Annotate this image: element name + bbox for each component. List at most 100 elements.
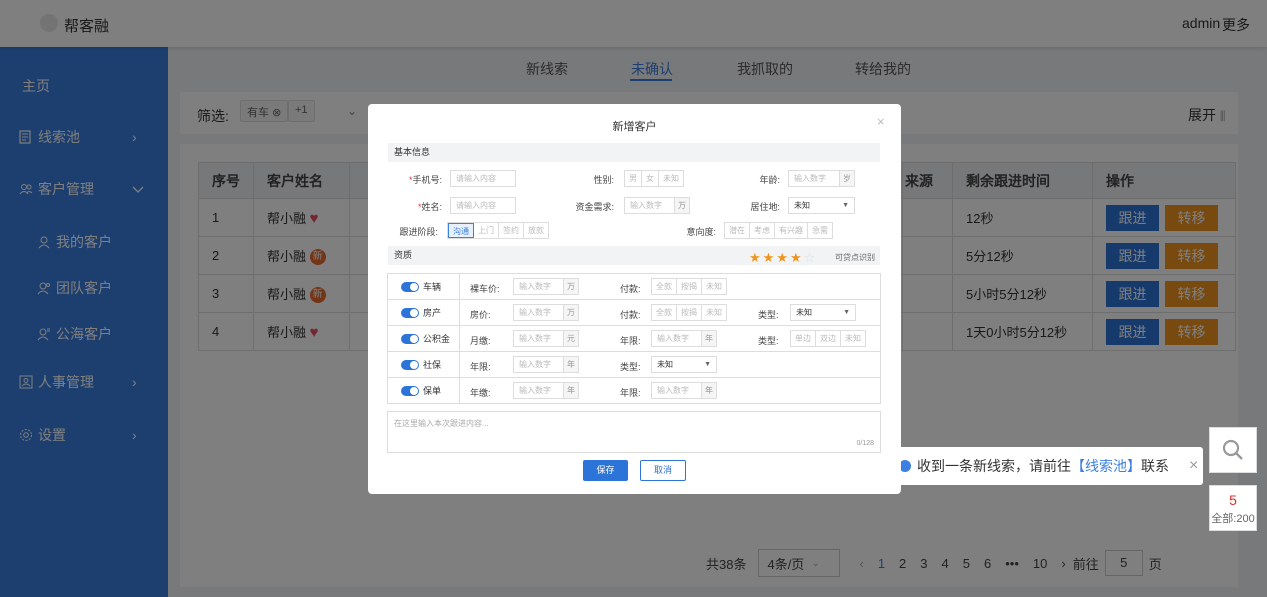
social-toggle[interactable] <box>401 359 419 370</box>
option[interactable]: 按揭 <box>677 279 702 294</box>
stage-option[interactable]: 放款 <box>524 223 548 238</box>
unit: 年 <box>563 383 578 398</box>
age-label: 年龄: <box>759 175 780 185</box>
field-label: 年限: <box>470 362 491 372</box>
placeholder: 输入数字 <box>519 334 551 343</box>
option[interactable]: 单边 <box>791 331 816 346</box>
star-icon[interactable]: ★ <box>790 250 804 265</box>
follow-note-textarea[interactable]: 在这里输入本次跟进内容... 0/128 <box>387 411 881 453</box>
asset-name: 车辆 <box>423 282 442 292</box>
fund-placeholder: 输入数字 <box>630 201 662 210</box>
field-label: 房价: <box>470 310 491 320</box>
select-value: 未知 <box>657 360 673 369</box>
phone-input[interactable]: 请输入内容 <box>450 170 516 187</box>
gender-option[interactable]: 男 <box>625 171 642 186</box>
float-search-button[interactable] <box>1209 427 1257 473</box>
placeholder: 输入数字 <box>519 282 551 291</box>
residence-select[interactable]: 未知 ▼ <box>788 197 855 214</box>
policy-years-input[interactable]: 输入数字 年 <box>651 382 717 399</box>
name-label: *姓名: <box>417 202 442 212</box>
unit: 年 <box>563 357 578 372</box>
intent-option[interactable]: 急需 <box>808 223 832 238</box>
star-icon[interactable]: ★ <box>776 250 790 265</box>
car-price-input[interactable]: 输入数字 万 <box>513 278 579 295</box>
field-label: 类型: <box>620 362 641 372</box>
house-toggle[interactable] <box>401 307 419 318</box>
caret-down-icon: ▼ <box>704 361 711 368</box>
residence-value: 未知 <box>794 201 810 210</box>
fund-input[interactable]: 输入数字 万 <box>624 197 690 214</box>
toast-link[interactable]: 【线索池】 <box>1071 456 1141 476</box>
house-price-input[interactable]: 输入数字 万 <box>513 304 579 321</box>
close-icon[interactable]: × <box>877 114 885 129</box>
social-type-select[interactable]: 未知 ▼ <box>651 356 717 373</box>
car-toggle[interactable] <box>401 281 419 292</box>
rating-stars[interactable]: ★★★★☆ <box>749 250 817 266</box>
placeholder: 输入数字 <box>519 386 551 395</box>
social-years-input[interactable]: 输入数字 年 <box>513 356 579 373</box>
option[interactable]: 按揭 <box>677 305 702 320</box>
asset-name: 社保 <box>423 360 442 370</box>
intent-option[interactable]: 考虑 <box>750 223 775 238</box>
note-placeholder: 在这里输入本次跟进内容... <box>394 419 489 428</box>
name-input[interactable]: 请输入内容 <box>450 197 516 214</box>
asset-row-social: 社保 年限: 输入数字 年 类型: 未知 ▼ <box>387 351 881 378</box>
cancel-button[interactable]: 取消 <box>640 460 686 481</box>
stage-selector[interactable]: 沟通 上门 签约 放款 <box>447 222 549 239</box>
house-payment-selector[interactable]: 全款 按揭 未知 <box>651 304 727 321</box>
toast-suffix: 联系 <box>1141 458 1169 474</box>
option[interactable]: 全款 <box>652 305 677 320</box>
placeholder: 输入数字 <box>519 308 551 317</box>
asset-row-policy: 保单 年缴: 输入数字 年 年限: 输入数字 年 <box>387 377 881 404</box>
policy-annual-input[interactable]: 输入数字 年 <box>513 382 579 399</box>
fund-monthly-input[interactable]: 输入数字 元 <box>513 330 579 347</box>
asset-name: 保单 <box>423 386 442 396</box>
age-unit: 岁 <box>839 171 854 186</box>
close-icon[interactable]: × <box>1189 457 1198 475</box>
intent-selector[interactable]: 潜在 考虑 有兴趣 急需 <box>724 222 833 239</box>
star-icon[interactable]: ★ <box>749 250 763 265</box>
stage-option[interactable]: 签约 <box>499 223 524 238</box>
field-label: 年限: <box>620 388 641 398</box>
unit: 万 <box>563 305 578 320</box>
asset-name: 房产 <box>423 308 442 318</box>
option[interactable]: 双边 <box>816 331 841 346</box>
gender-option[interactable]: 未知 <box>659 171 683 186</box>
fund-years-input[interactable]: 输入数字 年 <box>651 330 717 347</box>
age-input[interactable]: 输入数字 岁 <box>788 170 855 187</box>
star-empty-icon[interactable]: ☆ <box>804 250 818 265</box>
policy-toggle[interactable] <box>401 385 419 396</box>
unit: 元 <box>563 331 578 346</box>
toast-text: 收到一条新线索，请前往 <box>917 458 1071 474</box>
intent-option[interactable]: 有兴趣 <box>775 223 808 238</box>
gender-selector[interactable]: 男女未知 <box>624 170 684 187</box>
intent-option[interactable]: 潜在 <box>725 223 750 238</box>
stage-option[interactable]: 沟通 <box>448 223 474 238</box>
fund-type-selector[interactable]: 单边 双边 未知 <box>790 330 866 347</box>
asset-name: 公积金 <box>423 334 451 344</box>
car-payment-selector[interactable]: 全款 按揭 未知 <box>651 278 727 295</box>
intent-label: 意向度: <box>686 227 716 237</box>
save-button[interactable]: 保存 <box>583 460 628 481</box>
stage-label: 跟进阶段: <box>399 227 438 237</box>
field-label: 裸车价: <box>470 284 500 294</box>
house-type-select[interactable]: 未知 ▼ <box>790 304 856 321</box>
field-label: 类型: <box>758 310 779 320</box>
gender-option[interactable]: 女 <box>642 171 659 186</box>
option[interactable]: 未知 <box>841 331 865 346</box>
stage-option[interactable]: 上门 <box>474 223 499 238</box>
placeholder: 输入数字 <box>657 334 689 343</box>
caret-down-icon: ▼ <box>842 202 849 209</box>
star-icon[interactable]: ★ <box>763 250 777 265</box>
placeholder: 输入数字 <box>657 386 689 395</box>
fund-toggle[interactable] <box>401 333 419 344</box>
option[interactable]: 未知 <box>702 279 726 294</box>
option[interactable]: 全款 <box>652 279 677 294</box>
float-count-total: 全部:200 <box>1211 513 1255 525</box>
placeholder: 输入数字 <box>519 360 551 369</box>
select-value: 未知 <box>796 308 812 317</box>
option[interactable]: 未知 <box>702 305 726 320</box>
dialog-title: 新增客户 <box>612 121 657 133</box>
float-count-widget[interactable]: 5 全部:200 <box>1209 485 1257 531</box>
field-label: 类型: <box>758 336 779 346</box>
